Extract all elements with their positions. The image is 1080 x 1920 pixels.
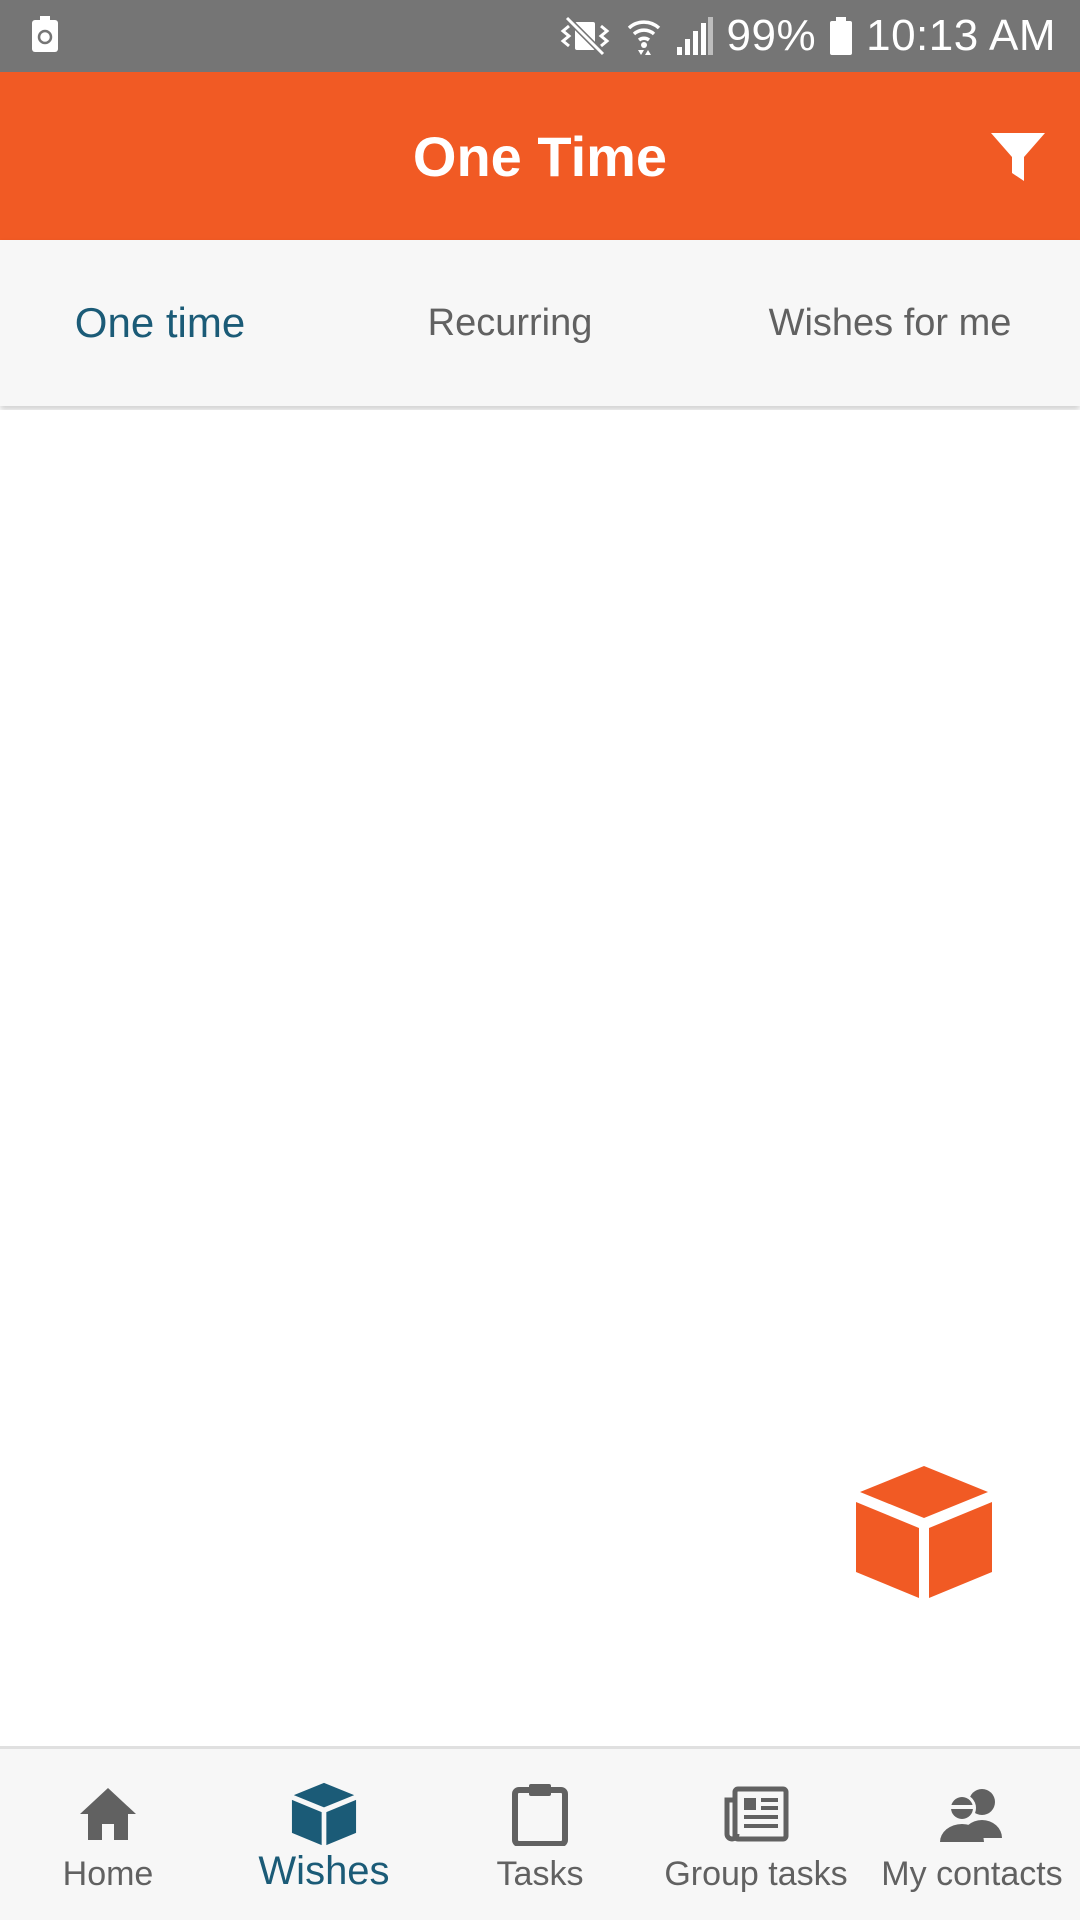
- nav-my-contacts-label: My contacts: [881, 1855, 1063, 1893]
- nav-tasks[interactable]: Tasks: [432, 1749, 648, 1920]
- cube-icon: [291, 1782, 357, 1846]
- signal-icon: [675, 17, 713, 55]
- screen: 99% 10:13 AM One Time One time Recurring…: [0, 0, 1080, 1920]
- tab-bar: One time Recurring Wishes for me: [0, 240, 1080, 406]
- tab-wishes-for-me[interactable]: Wishes for me: [740, 240, 1040, 406]
- page-title: One Time: [412, 124, 668, 188]
- bottom-navigation: Home Wishes Tasks Group tasks My contact…: [0, 1746, 1080, 1920]
- clock: 10:13 AM: [866, 11, 1056, 60]
- nav-home[interactable]: Home: [0, 1749, 216, 1920]
- nav-my-contacts[interactable]: My contacts: [864, 1749, 1080, 1920]
- contacts-icon: [940, 1789, 1002, 1842]
- vibrate-mute-icon: [557, 16, 613, 56]
- tab-one-time[interactable]: One time: [40, 240, 280, 406]
- filter-button[interactable]: [976, 116, 1060, 200]
- battery-icon: [830, 17, 853, 55]
- nav-group-tasks[interactable]: Group tasks: [648, 1749, 864, 1920]
- battery-percent: 99%: [726, 11, 817, 60]
- wifi-icon: [627, 16, 661, 56]
- newspaper-icon: [724, 1786, 789, 1842]
- nav-group-tasks-label: Group tasks: [664, 1855, 848, 1893]
- home-icon: [80, 1788, 136, 1840]
- filter-icon: [991, 133, 1045, 181]
- tab-recurring[interactable]: Recurring: [390, 240, 630, 406]
- clipboard-icon: [512, 1784, 568, 1846]
- cube-icon: [856, 1466, 992, 1598]
- add-wish-button[interactable]: [848, 1456, 1000, 1608]
- nav-wishes-label: Wishes: [258, 1849, 390, 1893]
- nav-home-label: Home: [62, 1855, 154, 1893]
- nav-tasks-label: Tasks: [496, 1855, 584, 1893]
- app-bar: One Time: [0, 72, 1080, 240]
- status-bar: 99% 10:13 AM: [0, 0, 1080, 72]
- battery-saver-notification-icon: [32, 15, 58, 57]
- nav-wishes[interactable]: Wishes: [216, 1749, 432, 1920]
